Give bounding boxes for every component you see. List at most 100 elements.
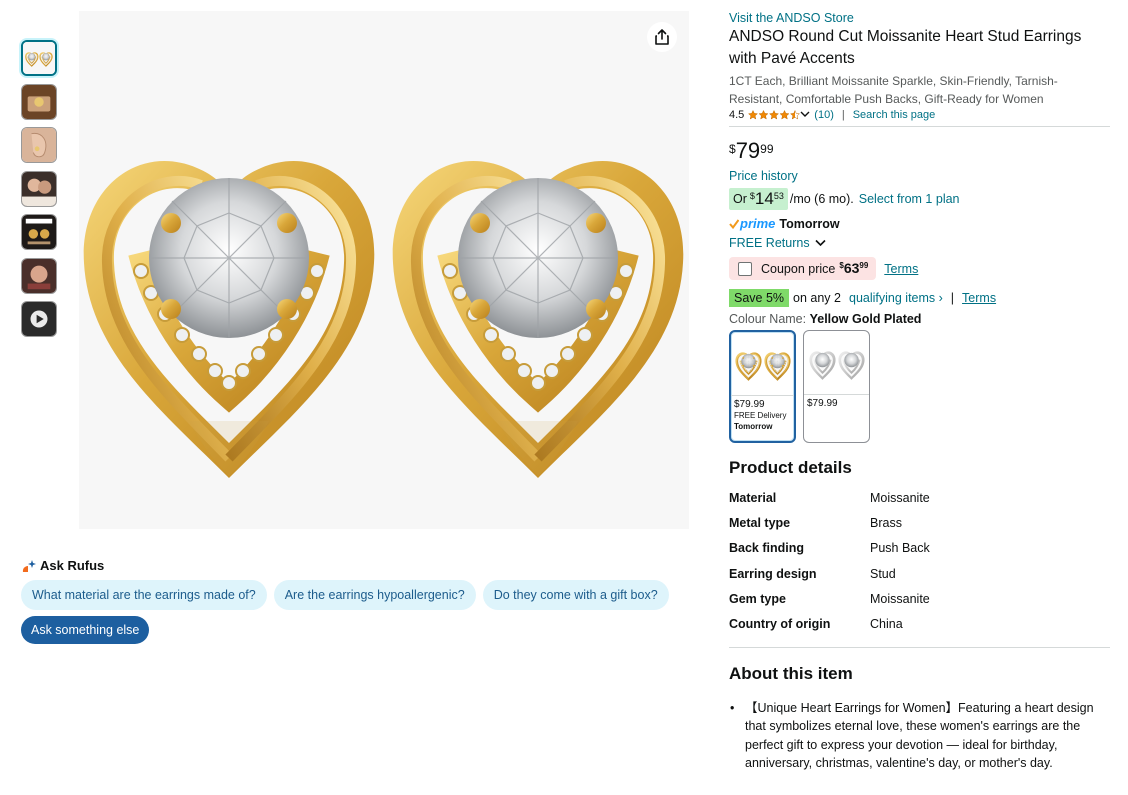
buy-box-details: Visit the ANDSO Store ANDSO Round Cut Mo… [729, 11, 1110, 772]
free-returns-link[interactable]: FREE Returns [729, 236, 1110, 250]
swatch-price: $79.99 [734, 399, 765, 410]
thumbnail-ear-model[interactable] [21, 127, 57, 163]
divider [729, 647, 1110, 649]
coupon-fraction: 99 [859, 261, 869, 270]
rufus-suggestion-chips: What material are the earrings made of? … [21, 580, 676, 610]
coupon-price: $ 63 99 [839, 261, 868, 276]
prime-check-icon [729, 218, 739, 229]
search-this-page-link[interactable]: Search this page [853, 109, 936, 121]
colour-name-row: Colour Name: Yellow Gold Plated [729, 312, 1110, 326]
product-title: ANDSO Round Cut Moissanite Heart Stud Ea… [729, 28, 1082, 67]
monthly-price-badge: Or $ 14 53 [729, 188, 788, 210]
prime-delivery-row: prime Tomorrow [729, 216, 1110, 231]
details-value: Moissanite [870, 491, 930, 505]
coupon-terms-link[interactable]: Terms [884, 262, 918, 276]
free-returns-label: FREE Returns [729, 236, 810, 250]
thumbnail-infographic[interactable] [21, 214, 57, 250]
couple-thumbnail-image [22, 171, 56, 206]
rufus-chip-gift-box[interactable]: Do they come with a gift box? [482, 580, 669, 610]
star-rating[interactable] [748, 110, 810, 120]
earrings-thumbnail-image [23, 42, 55, 74]
thumbnail-earrings[interactable] [21, 40, 57, 76]
about-bullet-text: 【Unique Heart Earrings for Women】Featuri… [745, 701, 1094, 771]
thumbnail-lifestyle[interactable] [21, 257, 57, 294]
swatch-delivery: FREE Delivery [734, 411, 787, 420]
details-key: Back finding [729, 541, 805, 556]
details-key: Gem type [729, 591, 786, 606]
main-product-image[interactable] [79, 11, 689, 529]
prime-logo: prime [740, 216, 776, 231]
thumbnail-gift-box[interactable] [21, 83, 57, 120]
monthly-suffix: /mo (6 mo). [789, 192, 854, 206]
rating-separator: | [841, 109, 845, 121]
share-icon [655, 29, 669, 45]
details-row: Back finding Push Back [729, 541, 1110, 566]
silver-earrings-swatch-image [807, 349, 866, 381]
save-promo-row: Save 5% on any 2 qualifying items › | Te… [729, 289, 1110, 307]
colour-swatches: $79.99 FREE Delivery Tomorrow $79.99 [729, 330, 1110, 443]
rufus-heading: Ask Rufus [21, 558, 676, 573]
select-plan-link[interactable]: Select from 1 plan [859, 192, 960, 206]
divider [729, 126, 1110, 127]
details-row: Material Moissanite [729, 491, 1110, 516]
chevron-down-icon [815, 239, 826, 247]
thumbnail-strip [21, 40, 57, 345]
ask-something-else-button[interactable]: Ask something else [21, 616, 150, 644]
product-subtitle: 1CT Each, Brilliant Moissanite Sparkle, … [729, 74, 1058, 106]
swatch-delivery-day: Tomorrow [734, 422, 773, 431]
coupon-checkbox[interactable] [738, 261, 752, 276]
ear-model-thumbnail-image [22, 128, 56, 162]
rufus-chip-material[interactable]: What material are the earrings made of? [21, 580, 267, 610]
details-key: Country of origin [729, 616, 831, 631]
video-thumbnail-image [22, 302, 56, 336]
swatch-yellow-gold[interactable]: $79.99 FREE Delivery Tomorrow [729, 330, 796, 443]
product-details-table: Material Moissanite Metal type Brass Bac… [729, 491, 1110, 642]
details-value: Brass [870, 516, 902, 531]
colour-selected: Yellow Gold Plated [809, 312, 922, 326]
details-key: Material [729, 491, 777, 505]
details-value: Moissanite [870, 591, 930, 606]
price-whole: 79 [735, 138, 761, 163]
price-symbol: $ [729, 142, 736, 156]
coupon-box: Coupon price $ 63 99 [729, 257, 877, 280]
star-icon [748, 110, 801, 120]
gold-earrings-swatch-image [733, 350, 792, 382]
price-fraction: 99 [760, 142, 774, 156]
thumbnail-couple[interactable] [21, 170, 57, 207]
store-link[interactable]: Visit the ANDSO Store [729, 11, 1110, 25]
swatch-silver[interactable]: $79.99 [803, 330, 870, 443]
price: $ 79 99 [729, 139, 1110, 163]
gift-box-thumbnail-image [22, 84, 56, 119]
swatch-image [804, 331, 869, 395]
swatch-image [731, 332, 794, 396]
monthly-payment-row: Or $ 14 53 /mo (6 mo). Select from 1 pla… [729, 188, 1110, 210]
details-value: Push Back [870, 541, 930, 556]
thumbnail-video[interactable] [21, 301, 57, 337]
about-heading: About this item [729, 664, 853, 684]
about-list: • 【Unique Heart Earrings for Women】Featu… [729, 699, 1110, 772]
save-terms-link[interactable]: Terms [962, 291, 996, 305]
lifestyle-thumbnail-image [22, 258, 56, 293]
share-button[interactable] [647, 22, 677, 52]
price-history-link[interactable]: Price history [729, 169, 1110, 183]
save-condition: on any 2 [793, 291, 841, 305]
delivery-day: Tomorrow [779, 216, 840, 231]
rufus-chip-hypoallergenic[interactable]: Are the earrings hypoallergenic? [273, 580, 476, 610]
rating-value: 4.5 [729, 109, 745, 121]
bullet-dot: • [730, 701, 735, 716]
details-value: Stud [870, 566, 896, 581]
coupon-whole: 63 [843, 260, 860, 276]
details-row: Country of origin China [729, 617, 1110, 642]
monthly-fraction: 53 [773, 191, 784, 201]
review-count-link[interactable]: (10) [814, 109, 834, 121]
qualifying-items-link[interactable]: qualifying items › [849, 291, 943, 305]
heart-earrings-image [79, 11, 689, 529]
save-badge: Save 5% [729, 289, 790, 307]
monthly-whole: 14 [754, 189, 774, 208]
rufus-panel: Ask Rufus What material are the earrings… [21, 558, 676, 644]
monthly-or: Or [733, 192, 747, 206]
details-row: Gem type Moissanite [729, 592, 1110, 617]
rating-row: 4.5 (10) | Search this page [729, 109, 1110, 121]
rufus-title: Ask Rufus [40, 558, 105, 573]
details-key: Earring design [729, 566, 817, 581]
